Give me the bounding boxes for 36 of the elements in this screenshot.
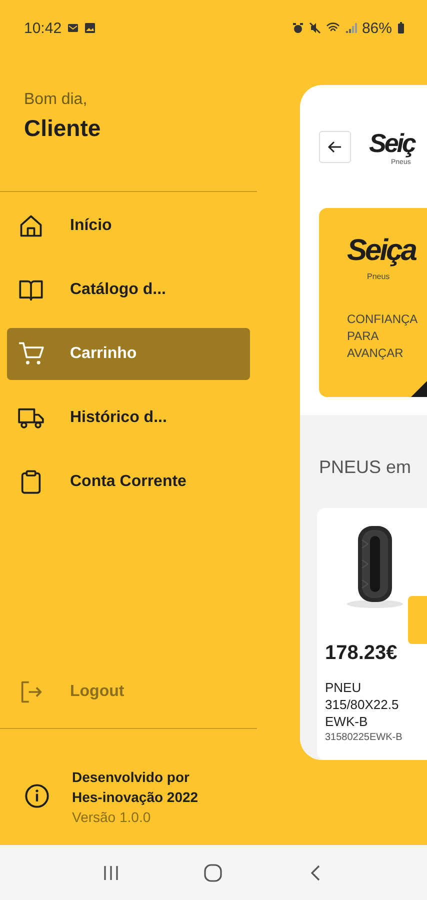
mute-icon bbox=[308, 22, 321, 34]
brand-logo: Seiç bbox=[369, 127, 414, 159]
alarm-icon bbox=[292, 22, 304, 34]
battery-percent: 86% bbox=[362, 20, 392, 36]
back-button[interactable] bbox=[319, 130, 351, 162]
product-code: 31580225EWK-B bbox=[325, 732, 404, 743]
product-name: PNEU 315/80X22.5 EWK-B bbox=[325, 679, 400, 730]
home-icon bbox=[18, 213, 44, 239]
slogan-line: CONFIANÇA bbox=[347, 311, 419, 328]
menu-item[interactable]: Início bbox=[7, 200, 250, 252]
slogan-line: AVANÇAR bbox=[347, 345, 404, 362]
recent-apps-icon[interactable] bbox=[102, 864, 120, 882]
menu-item[interactable]: Conta Corrente bbox=[7, 456, 250, 508]
info-icon bbox=[24, 783, 50, 809]
menu-item[interactable]: Carrinho bbox=[7, 328, 250, 380]
status-time: 10:42 bbox=[24, 20, 62, 36]
menu-item[interactable]: Histórico d... bbox=[7, 392, 250, 444]
greeting: Bom dia, bbox=[24, 91, 88, 109]
menu-item[interactable]: Catálogo d... bbox=[7, 264, 250, 316]
mail-icon bbox=[66, 22, 79, 34]
signal-icon bbox=[344, 22, 357, 34]
banner-subtitle: Pneus bbox=[367, 272, 391, 281]
image-icon bbox=[84, 22, 96, 34]
user-name: Cliente bbox=[24, 115, 102, 142]
slogan-line: PARA bbox=[347, 328, 380, 345]
version-text: Versão 1.0.0 bbox=[72, 809, 152, 825]
banner-logo: Seiça bbox=[347, 233, 417, 269]
section-title: PNEUS em bbox=[319, 457, 412, 478]
battery-icon bbox=[397, 22, 405, 34]
product-card[interactable]: 178.23€ PNEU 315/80X22.5 EWK-B 31580225EWK-B bbox=[317, 508, 427, 760]
product-price: 178.23€ bbox=[325, 642, 398, 665]
cart-icon bbox=[18, 341, 44, 367]
back-icon bbox=[327, 138, 343, 154]
home-button-icon[interactable] bbox=[203, 862, 224, 882]
wifi-icon bbox=[326, 22, 340, 34]
credit-text: Desenvolvido por Hes-inovação 2022 bbox=[72, 768, 200, 807]
